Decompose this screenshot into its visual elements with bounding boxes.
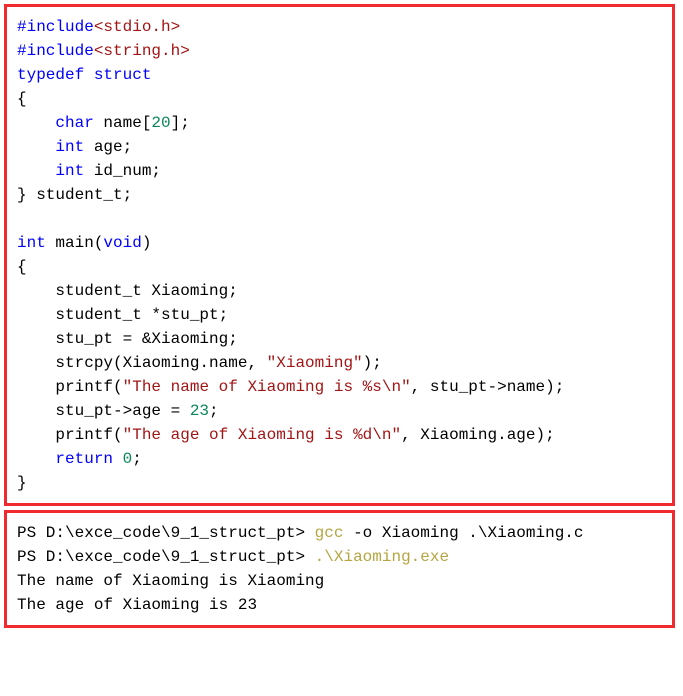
num-0: 0 bbox=[123, 450, 133, 468]
ident-age: age; bbox=[84, 138, 132, 156]
cmd-run: .\Xiaoming.exe bbox=[315, 548, 449, 566]
str-xiaoming: "Xiaoming" bbox=[267, 354, 363, 372]
paren-close: ) bbox=[142, 234, 152, 252]
output-line: The name of Xiaoming is Xiaoming bbox=[17, 572, 324, 590]
indent bbox=[17, 162, 55, 180]
printf-args: , stu_pt->name); bbox=[411, 378, 565, 396]
brace-close: } bbox=[17, 474, 27, 492]
ps-prompt: PS D:\exce_code\9_1_struct_pt> bbox=[17, 548, 315, 566]
ident-name: name[ bbox=[94, 114, 152, 132]
cmd-args: -o Xiaoming .\Xiaoming.c bbox=[353, 524, 583, 542]
brackets: ]; bbox=[171, 114, 190, 132]
space bbox=[113, 450, 123, 468]
func-main: main( bbox=[46, 234, 104, 252]
space bbox=[84, 66, 94, 84]
strcpy-end: ); bbox=[363, 354, 382, 372]
kw-char: char bbox=[55, 114, 93, 132]
indent bbox=[17, 450, 55, 468]
decl-xiaoming: student_t Xiaoming; bbox=[17, 282, 238, 300]
printf-call: printf( bbox=[17, 426, 123, 444]
printf-call: printf( bbox=[17, 378, 123, 396]
assign-stupt: stu_pt = &Xiaoming; bbox=[17, 330, 238, 348]
header-stdio: <stdio.h> bbox=[94, 18, 180, 36]
kw-struct: struct bbox=[94, 66, 152, 84]
kw-typedef: typedef bbox=[17, 66, 84, 84]
kw-int: int bbox=[17, 234, 46, 252]
indent bbox=[17, 138, 55, 156]
ps-prompt: PS D:\exce_code\9_1_struct_pt> bbox=[17, 524, 315, 542]
indent bbox=[17, 114, 55, 132]
num-23: 23 bbox=[190, 402, 209, 420]
strcpy-call: strcpy(Xiaoming.name, bbox=[17, 354, 267, 372]
assign-age: stu_pt->age = bbox=[17, 402, 190, 420]
pp-include: #include bbox=[17, 18, 94, 36]
printf-args: , Xiaoming.age); bbox=[401, 426, 555, 444]
num-20: 20 bbox=[151, 114, 170, 132]
terminal-panel: PS D:\exce_code\9_1_struct_pt> gcc -o Xi… bbox=[4, 510, 675, 628]
output-line: The age of Xiaoming is 23 bbox=[17, 596, 257, 614]
code-panel: #include<stdio.h> #include<string.h> typ… bbox=[4, 4, 675, 506]
decl-stupt: student_t *stu_pt; bbox=[17, 306, 228, 324]
brace-open: { bbox=[17, 90, 27, 108]
semicolon: ; bbox=[132, 450, 142, 468]
semicolon: ; bbox=[209, 402, 219, 420]
pp-include: #include bbox=[17, 42, 94, 60]
kw-int: int bbox=[55, 162, 84, 180]
header-string: <string.h> bbox=[94, 42, 190, 60]
str-name-fmt: "The name of Xiaoming is %s\n" bbox=[123, 378, 411, 396]
str-age-fmt: "The age of Xiaoming is %d\n" bbox=[123, 426, 401, 444]
kw-return: return bbox=[55, 450, 113, 468]
cmd-gcc: gcc bbox=[315, 524, 353, 542]
struct-close: } student_t; bbox=[17, 186, 132, 204]
kw-void: void bbox=[103, 234, 141, 252]
kw-int: int bbox=[55, 138, 84, 156]
brace-open: { bbox=[17, 258, 27, 276]
ident-idnum: id_num; bbox=[84, 162, 161, 180]
